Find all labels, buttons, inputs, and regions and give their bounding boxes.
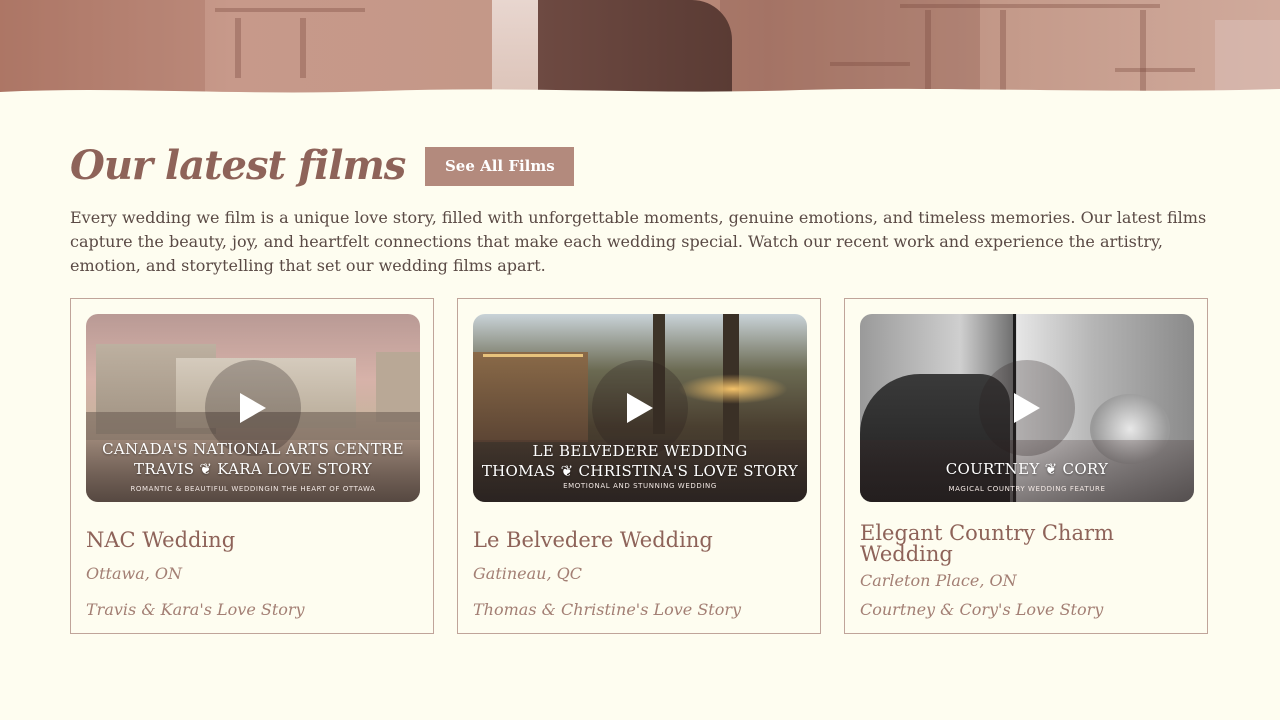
thumbnail-line2: TRAVIS ❦ KARA LOVE STORY [134, 460, 372, 478]
film-card[interactable]: COURTNEY ❦ CORY MAGICAL COUNTRY WEDDING … [844, 298, 1208, 634]
play-icon [240, 393, 266, 423]
film-location: Ottawa, ON [86, 564, 183, 583]
thumbnail-line1: LE BELVEDERE WEDDING [532, 442, 748, 460]
groom-figure [536, 0, 732, 100]
film-card[interactable]: LE BELVEDERE WEDDING THOMAS ❦ CHRISTINA'… [457, 298, 821, 634]
wave-divider [0, 88, 1280, 106]
play-icon [1014, 393, 1040, 423]
video-thumbnail[interactable]: CANADA'S NATIONAL ARTS CENTRE TRAVIS ❦ K… [86, 314, 420, 502]
section-title: Our latest films [70, 142, 406, 189]
section-intro: Every wedding we film is a unique love s… [70, 208, 1207, 275]
thumbnail-line3: ROMANTIC & BEAUTIFUL WEDDINGIN THE HEART… [130, 485, 376, 493]
film-card[interactable]: CANADA'S NATIONAL ARTS CENTRE TRAVIS ❦ K… [70, 298, 434, 634]
hero-banner [0, 0, 1280, 106]
film-story: Courtney & Cory's Love Story [860, 600, 1104, 619]
film-location: Gatineau, QC [473, 564, 583, 583]
thumbnail-line3: MAGICAL COUNTRY WEDDING FEATURE [948, 485, 1106, 493]
film-title[interactable]: Le Belvedere Wedding [473, 530, 807, 551]
bride-figure [492, 0, 538, 100]
thumbnail-line2: THOMAS ❦ CHRISTINA'S LOVE STORY [481, 462, 799, 480]
thumbnail-line3: EMOTIONAL AND STUNNING WEDDING [563, 482, 717, 490]
film-location: Carleton Place, ON [860, 571, 1017, 590]
film-story: Thomas & Christine's Love Story [473, 600, 742, 619]
video-thumbnail[interactable]: COURTNEY ❦ CORY MAGICAL COUNTRY WEDDING … [860, 314, 1194, 502]
play-icon [627, 393, 653, 423]
play-button[interactable] [979, 360, 1075, 456]
film-title[interactable]: Elegant Country Charm Wedding [860, 523, 1194, 565]
film-title[interactable]: NAC Wedding [86, 530, 420, 551]
video-thumbnail[interactable]: LE BELVEDERE WEDDING THOMAS ❦ CHRISTINA'… [473, 314, 807, 502]
section-header: Our latest films See All Films [70, 138, 575, 194]
film-story: Travis & Kara's Love Story [86, 600, 305, 619]
thumbnail-line1: CANADA'S NATIONAL ARTS CENTRE [102, 440, 404, 458]
see-all-films-button[interactable]: See All Films [425, 146, 575, 186]
thumbnail-line2: COURTNEY ❦ CORY [945, 460, 1109, 478]
